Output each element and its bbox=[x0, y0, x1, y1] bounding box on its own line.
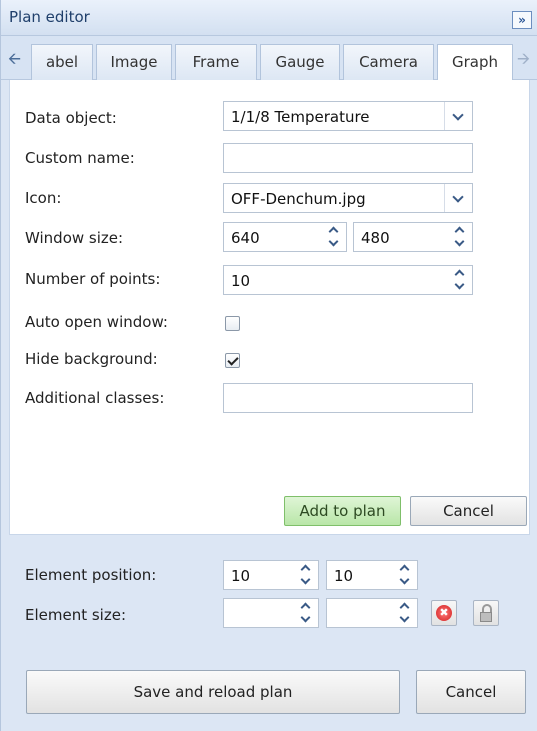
tab-gauge[interactable]: Gauge bbox=[260, 44, 340, 80]
icon-label: Icon: bbox=[25, 189, 62, 207]
window-size-label: Window size: bbox=[25, 229, 124, 247]
element-position-x-value: 10 bbox=[231, 567, 251, 585]
save-and-reload-label: Save and reload plan bbox=[133, 683, 293, 701]
spinner-arrows-icon[interactable] bbox=[393, 561, 417, 589]
add-to-plan-label: Add to plan bbox=[299, 502, 386, 520]
tab-camera[interactable]: Camera bbox=[343, 44, 434, 80]
data-object-select[interactable]: 1/1/8 Temperature bbox=[223, 101, 473, 131]
tab-gauge-text: Gauge bbox=[275, 53, 325, 71]
auto-open-window-checkbox[interactable] bbox=[225, 316, 240, 331]
tab-strip: 🡨 abel Image Frame Gauge Camera Graph 🡪 bbox=[1, 36, 537, 81]
spinner-arrows-icon[interactable] bbox=[448, 266, 472, 294]
lock-body bbox=[480, 612, 492, 622]
data-object-value: 1/1/8 Temperature bbox=[231, 108, 370, 126]
double-chevron-right-icon: » bbox=[518, 13, 526, 27]
tab-camera-text: Camera bbox=[359, 53, 418, 71]
add-to-plan-button[interactable]: Add to plan bbox=[284, 496, 401, 526]
spinner-arrows-icon[interactable] bbox=[294, 599, 318, 627]
delete-icon: ✖ bbox=[436, 605, 452, 621]
checkmark-icon bbox=[227, 354, 239, 366]
plan-editor-panel: Plan editor » 🡨 abel Image Frame Gauge C… bbox=[0, 0, 537, 731]
spinner-arrows-icon[interactable] bbox=[294, 561, 318, 589]
cancel-label: Cancel bbox=[443, 502, 494, 520]
element-size-label: Element size: bbox=[25, 606, 127, 624]
window-title: Plan editor bbox=[9, 8, 90, 26]
cancel-button[interactable]: Cancel bbox=[410, 496, 527, 526]
data-object-label: Data object: bbox=[25, 109, 117, 127]
element-position-y-stepper[interactable]: 10 bbox=[326, 560, 418, 590]
custom-name-input[interactable] bbox=[223, 143, 473, 173]
tab-label-text: abel bbox=[45, 53, 79, 71]
lock-icon bbox=[480, 604, 492, 622]
element-position-y-value: 10 bbox=[334, 567, 354, 585]
spinner-arrows-icon[interactable] bbox=[322, 223, 346, 251]
window-width-value: 640 bbox=[231, 229, 260, 247]
element-size-height-stepper[interactable] bbox=[326, 598, 418, 628]
tab-label[interactable]: abel bbox=[31, 44, 93, 80]
hide-background-label: Hide background: bbox=[25, 350, 158, 368]
hide-background-checkbox[interactable] bbox=[225, 353, 240, 368]
number-of-points-value: 10 bbox=[231, 272, 251, 290]
arrow-left-icon[interactable]: 🡨 bbox=[8, 48, 21, 75]
chevron-down-icon[interactable] bbox=[444, 184, 472, 212]
element-position-label: Element position: bbox=[25, 566, 157, 584]
tab-image[interactable]: Image bbox=[96, 44, 172, 80]
tab-frame[interactable]: Frame bbox=[175, 44, 257, 80]
titlebar: Plan editor » bbox=[1, 0, 537, 36]
tab-graph-text: Graph bbox=[451, 53, 498, 71]
spinner-arrows-icon[interactable] bbox=[393, 599, 417, 627]
window-height-stepper[interactable]: 480 bbox=[353, 222, 473, 252]
element-size-width-stepper[interactable] bbox=[223, 598, 319, 628]
window-width-stepper[interactable]: 640 bbox=[223, 222, 347, 252]
icon-value: OFF-Denchum.jpg bbox=[231, 190, 366, 208]
custom-name-label: Custom name: bbox=[25, 149, 135, 167]
tab-frame-text: Frame bbox=[192, 53, 240, 71]
window-height-value: 480 bbox=[361, 229, 390, 247]
additional-classes-input[interactable] bbox=[223, 383, 473, 413]
icon-select[interactable]: OFF-Denchum.jpg bbox=[223, 183, 473, 213]
additional-classes-label: Additional classes: bbox=[25, 389, 165, 407]
element-position-x-stepper[interactable]: 10 bbox=[223, 560, 319, 590]
save-and-reload-button[interactable]: Save and reload plan bbox=[26, 670, 400, 714]
chevron-down-icon[interactable] bbox=[444, 102, 472, 130]
delete-element-button[interactable]: ✖ bbox=[431, 600, 457, 626]
tab-image-text: Image bbox=[110, 53, 158, 71]
auto-open-window-label: Auto open window: bbox=[25, 313, 168, 331]
footer-cancel-button[interactable]: Cancel bbox=[416, 670, 526, 714]
tab-graph[interactable]: Graph bbox=[437, 44, 513, 81]
lock-aspect-button[interactable] bbox=[473, 600, 499, 626]
number-of-points-label: Number of points: bbox=[25, 270, 161, 288]
number-of-points-stepper[interactable]: 10 bbox=[223, 265, 473, 295]
footer-cancel-label: Cancel bbox=[445, 683, 497, 701]
spinner-arrows-icon[interactable] bbox=[448, 223, 472, 251]
arrow-right-icon[interactable]: 🡪 bbox=[517, 48, 530, 75]
collapse-panel-button[interactable]: » bbox=[512, 11, 532, 29]
